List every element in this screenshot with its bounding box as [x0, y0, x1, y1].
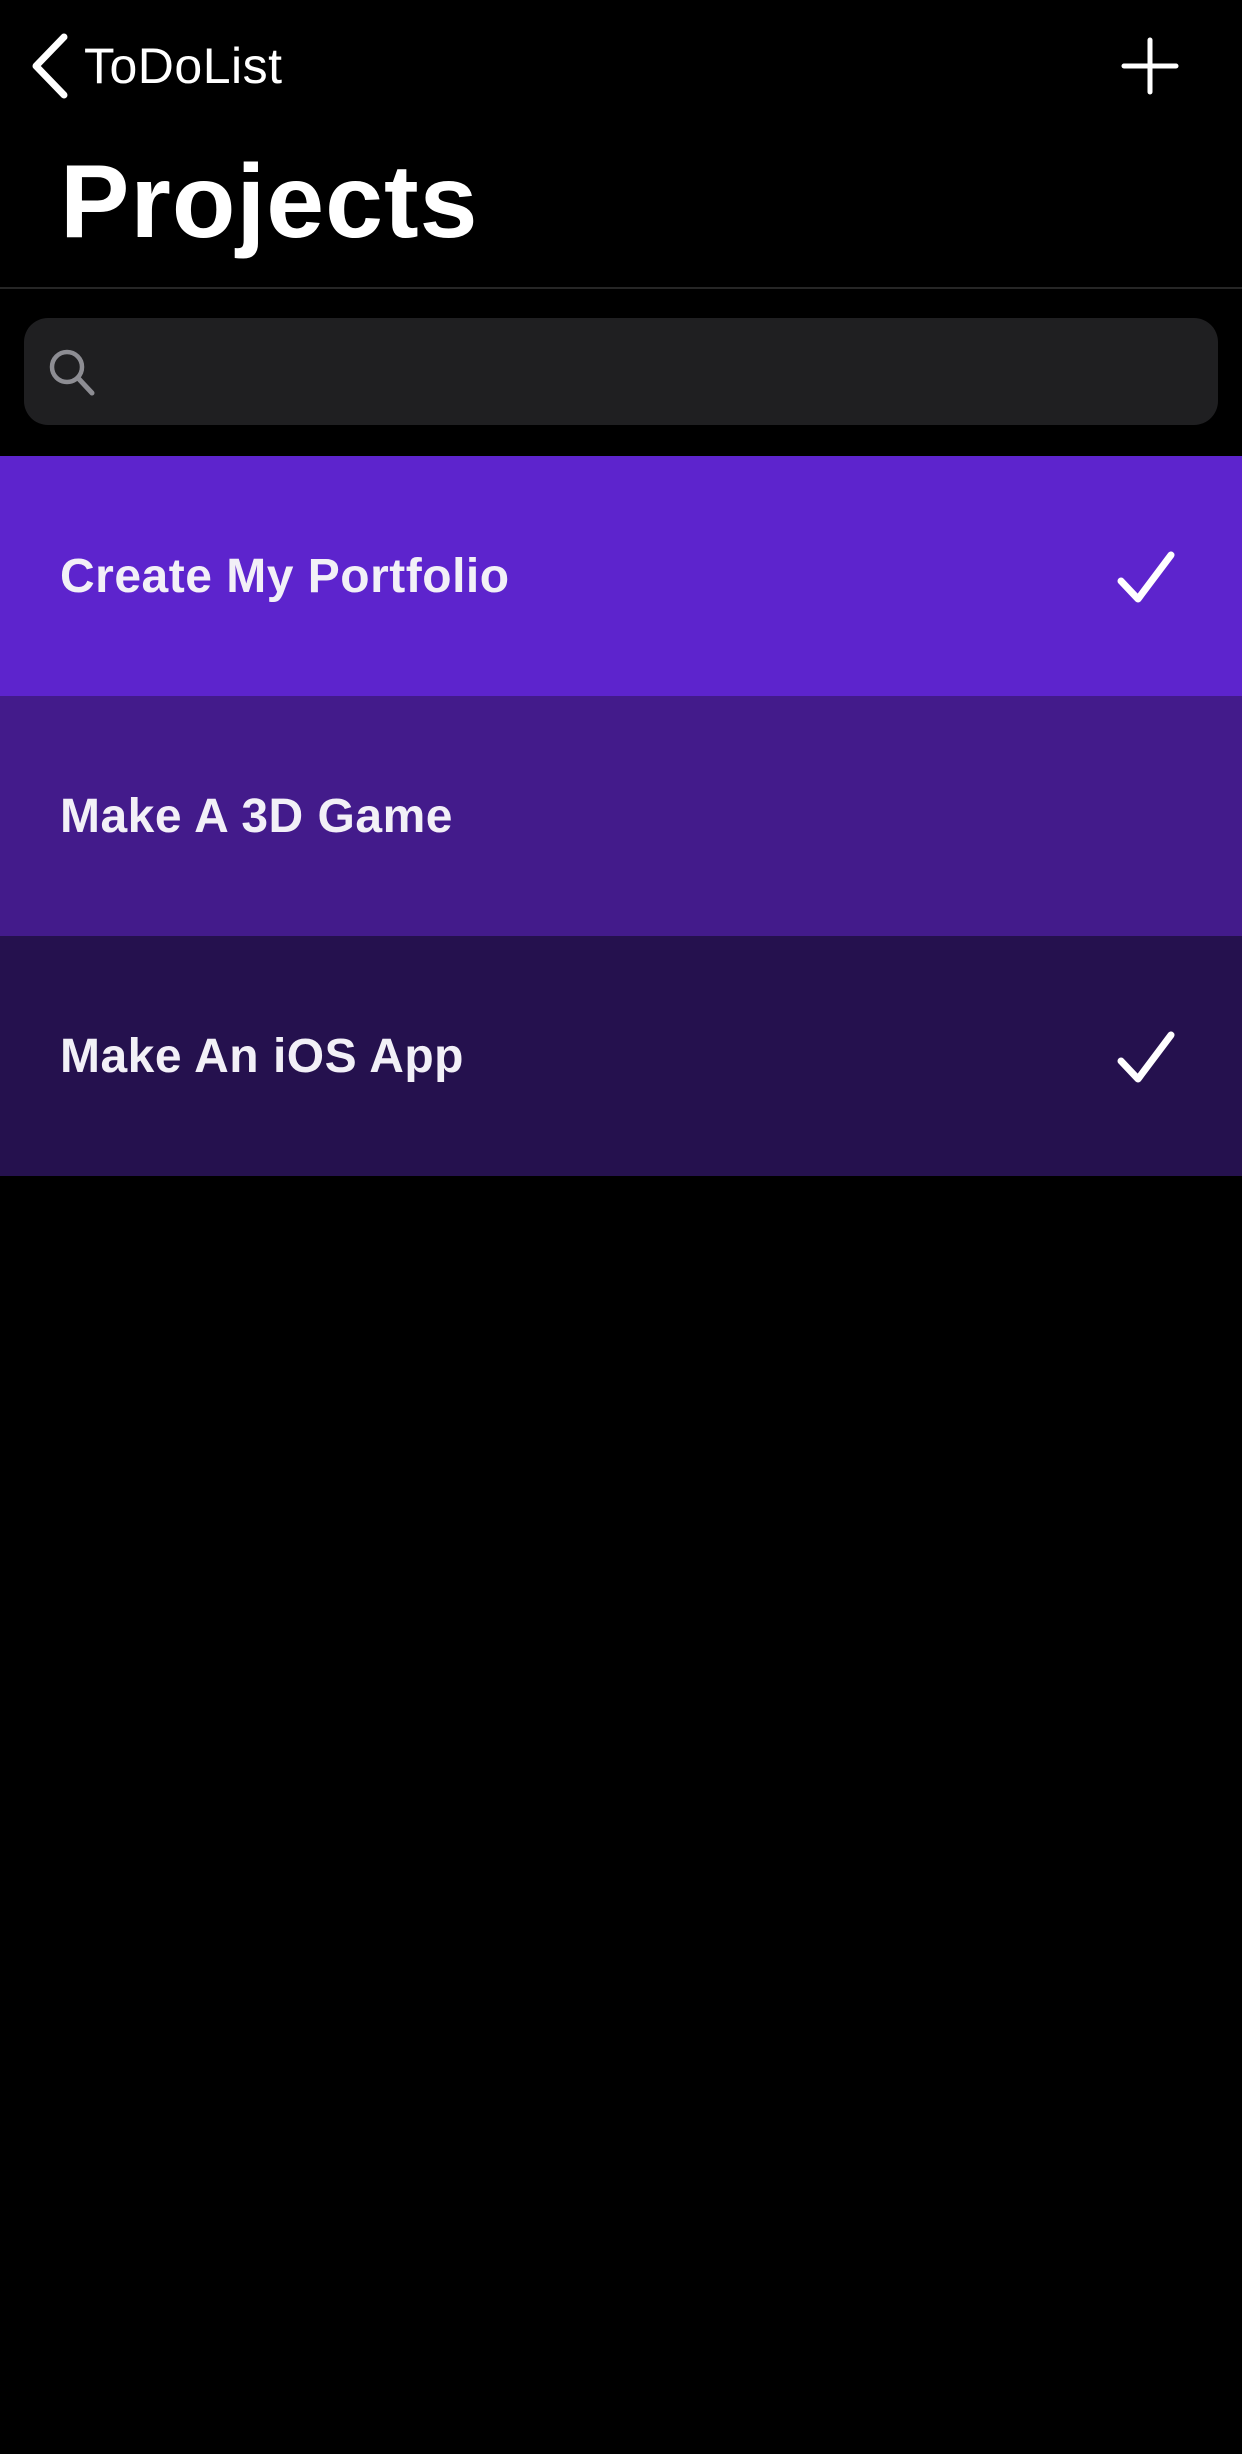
search-icon	[46, 346, 98, 398]
search-bar[interactable]	[24, 318, 1218, 425]
header-divider	[0, 287, 1242, 289]
project-row[interactable]: Make An iOS App	[0, 936, 1242, 1176]
project-name: Make An iOS App	[60, 1029, 464, 1083]
back-button-label: ToDoList	[84, 38, 283, 94]
chevron-left-icon	[30, 33, 70, 99]
project-name: Make A 3D Game	[60, 789, 453, 843]
project-list: Create My Portfolio Make A 3D Game Make …	[0, 456, 1242, 1176]
checkmark-icon	[1116, 551, 1176, 605]
checkmark-icon	[1116, 1031, 1176, 1085]
project-row[interactable]: Create My Portfolio	[0, 456, 1242, 696]
add-project-button[interactable]	[1112, 30, 1188, 106]
plus-icon	[1121, 37, 1179, 100]
navigation-bar: ToDoList	[0, 0, 1242, 130]
search-input[interactable]	[98, 318, 1218, 425]
back-button[interactable]: ToDoList	[30, 28, 283, 104]
project-row[interactable]: Make A 3D Game	[0, 696, 1242, 936]
project-name: Create My Portfolio	[60, 549, 510, 603]
page-title: Projects	[60, 144, 479, 260]
